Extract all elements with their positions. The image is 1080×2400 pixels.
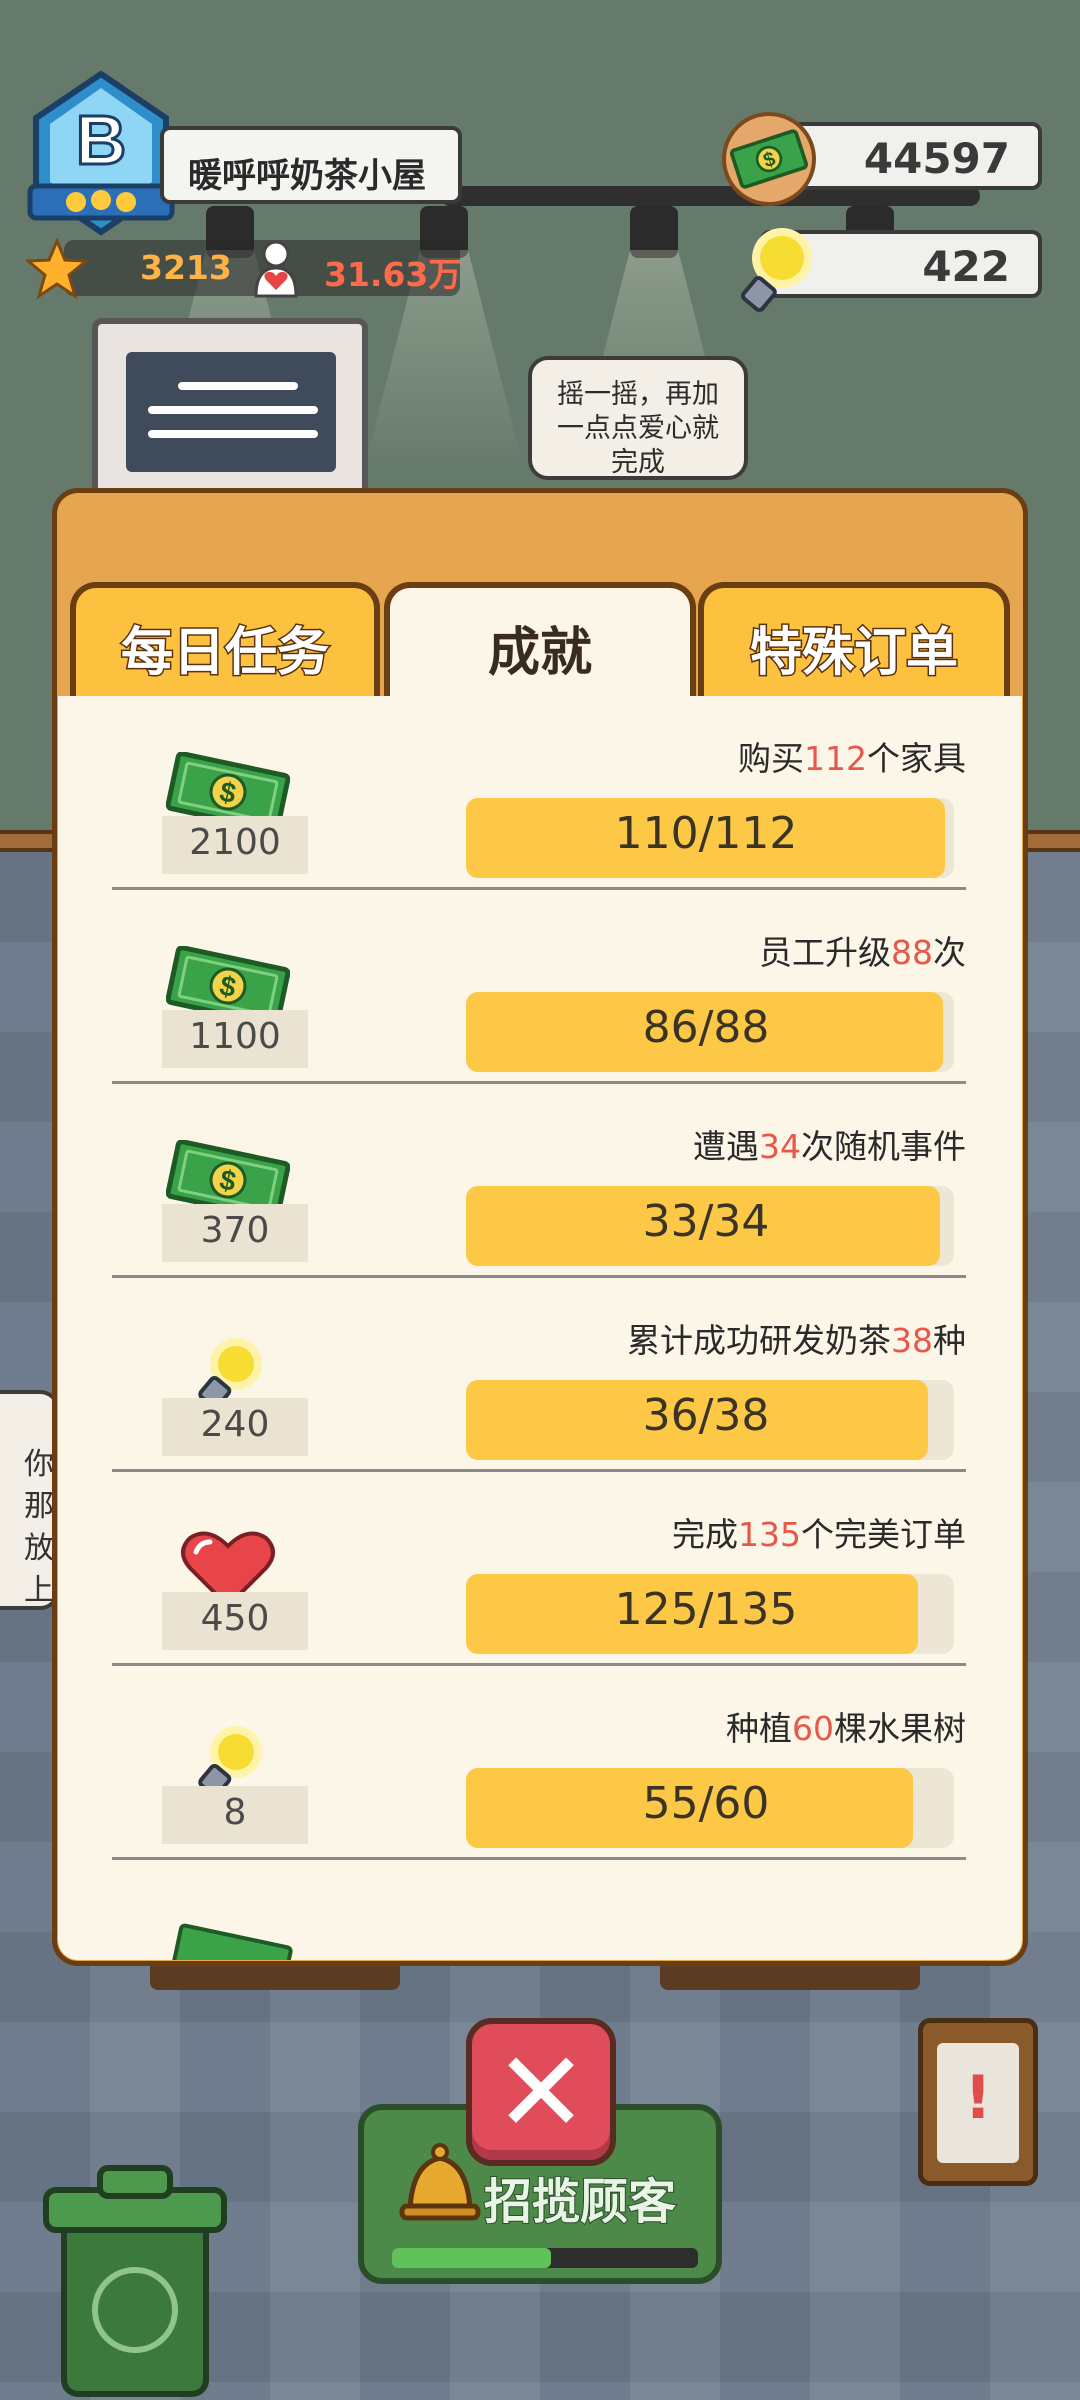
title-prefix: 购买	[738, 739, 804, 778]
title-suffix: 次	[933, 933, 966, 972]
title-suffix: 次随机事件	[801, 1127, 966, 1166]
title-prefix: 种植	[726, 1709, 792, 1748]
progress-text: 125/135	[614, 1584, 798, 1635]
progress-text: 33/34	[642, 1196, 770, 1247]
title-prefix: 累计成功研发奶茶	[627, 1321, 891, 1360]
close-button[interactable]: ✕	[466, 2018, 616, 2166]
reward-amount: 1100	[162, 1010, 308, 1068]
tab-daily-tasks[interactable]: 每日任务	[70, 582, 380, 698]
alert-icon: !	[964, 2063, 992, 2133]
achievement-title: 累计成功研发奶茶38种	[627, 1314, 966, 1362]
achievement-row: 240 累计成功研发奶茶38种 36/38	[58, 1278, 1022, 1472]
fans-count: 31.63万	[324, 255, 462, 294]
title-suffix: 种	[933, 1321, 966, 1360]
achievement-row: $1100 员工升级88次 86/88	[58, 890, 1022, 1084]
title-suffix: 个家具	[867, 739, 966, 778]
recycle-bin-icon[interactable]	[40, 2160, 230, 2400]
lightbulb-icon	[740, 228, 812, 313]
reward-amount: 240	[162, 1398, 308, 1456]
reward-amount: 370	[162, 1204, 308, 1262]
title-target: 135	[738, 1515, 801, 1554]
tab-achievements[interactable]: 成就	[384, 582, 696, 700]
reward-amount: 8	[162, 1786, 308, 1844]
achievement-row: 8 种植60棵水果树 55/60	[58, 1666, 1022, 1860]
title-target: 34	[759, 1127, 801, 1166]
achievement-row: $370 遭遇34次随机事件 33/34	[58, 1084, 1022, 1278]
progress-text: 86/88	[642, 1002, 770, 1053]
title-prefix: 遭遇	[693, 1127, 759, 1166]
progress-text: 110/112	[614, 808, 798, 859]
title-target: 38	[891, 1321, 933, 1360]
achievement-row: $2100 购买112个家具 110/112	[58, 696, 1022, 890]
cash-icon: $	[722, 112, 816, 206]
achievement-title: 员工升级88次	[759, 926, 966, 974]
title-target: 60	[792, 1709, 834, 1748]
call-customers-label: 招揽顾客	[483, 2173, 677, 2231]
title-prefix: 完成	[672, 1515, 738, 1554]
achievement-title: 完成135个完美订单	[672, 1508, 966, 1556]
rank-letter: B	[76, 101, 127, 179]
star-count: 3213	[140, 248, 232, 287]
achievement-title: 种植60棵水果树	[726, 1702, 966, 1750]
shop-name[interactable]: 暖呼呼奶茶小屋	[160, 126, 462, 204]
achievement-title: 遭遇34次随机事件	[693, 1120, 966, 1168]
cash-icon	[170, 1923, 293, 1960]
title-prefix: 员工升级	[759, 933, 891, 972]
star-icon	[26, 238, 88, 300]
speech-bubble: 摇一摇，再加一点点爱心就完成	[528, 356, 748, 480]
reward-amount: 2100	[162, 816, 308, 874]
tab-special-orders[interactable]: 特殊订单	[698, 582, 1010, 698]
title-target: 112	[804, 739, 867, 778]
row-divider	[112, 1857, 966, 1860]
achievement-row: 450 完成135个完美订单 125/135	[58, 1472, 1022, 1666]
progress-text: 55/60	[642, 1778, 770, 1829]
fans-icon	[254, 240, 298, 298]
achievement-list[interactable]: $2100 购买112个家具 110/112 $1100 员工升级88次 86/88 $37…	[58, 696, 1022, 1960]
close-icon: ✕	[494, 2028, 588, 2158]
reward-amount: 450	[162, 1592, 308, 1650]
side-speech-bubble: 你那放上	[0, 1390, 60, 1610]
rank-badge-icon[interactable]: B	[26, 70, 176, 240]
orders-clipboard-button[interactable]: !	[918, 2018, 1038, 2186]
call-progress-fill	[392, 2248, 551, 2268]
menu-board[interactable]	[92, 318, 368, 498]
progress-text: 36/38	[642, 1390, 770, 1441]
title-suffix: 个完美订单	[801, 1515, 966, 1554]
achievement-title: 购买112个家具	[738, 732, 966, 780]
title-target: 88	[891, 933, 933, 972]
title-suffix: 棵水果树	[834, 1709, 966, 1748]
